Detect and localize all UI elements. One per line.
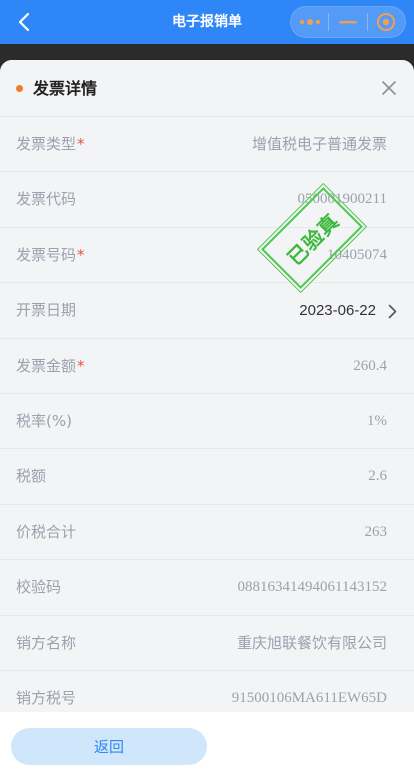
more-dots-icon — [299, 19, 320, 25]
field-label: 销方名称 — [16, 633, 77, 652]
mini-program-capsule — [290, 6, 406, 38]
date-picker-button[interactable] — [384, 301, 400, 321]
more-button[interactable] — [291, 7, 328, 37]
sheet-header: 发票详情 — [0, 60, 414, 117]
field-tax-amount[interactable]: 税额 2.6 — [0, 449, 414, 505]
field-label: 发票号码* — [16, 245, 85, 264]
field-value: 263 — [364, 523, 388, 540]
field-seller-name[interactable]: 销方名称 重庆旭联餐饮有限公司 — [0, 616, 414, 671]
close-sheet-button[interactable] — [378, 77, 400, 99]
field-label: 税额 — [16, 467, 47, 486]
minimize-icon — [338, 21, 357, 24]
title-accent-dot — [16, 85, 23, 92]
capsule-close-button[interactable] — [368, 7, 405, 37]
field-issue-date[interactable]: 开票日期 2023-06-22 — [0, 283, 414, 339]
top-app-bar: 电子报销单 — [0, 0, 414, 44]
field-label: 税率(%) — [16, 411, 72, 430]
close-x-icon — [382, 81, 396, 95]
field-value: 1% — [367, 412, 387, 429]
field-total-with-tax[interactable]: 价税合计 263 — [0, 505, 414, 561]
field-value: 08816341494061143152 — [237, 579, 387, 596]
field-tax-rate[interactable]: 税率(%) 1% — [0, 394, 414, 450]
field-label: 校验码 — [16, 578, 62, 597]
field-value: 增值税电子普通发票 — [251, 135, 387, 153]
sheet-title: 发票详情 — [33, 79, 98, 98]
target-close-icon — [377, 13, 396, 31]
field-value: 2.6 — [368, 468, 387, 485]
field-label: 发票代码 — [16, 190, 77, 209]
field-label: 发票金额* — [16, 356, 85, 375]
field-value: 260.4 — [353, 357, 387, 374]
field-check-code[interactable]: 校验码 08816341494061143152 — [0, 560, 414, 616]
field-invoice-amount[interactable]: 发票金额* 260.4 — [0, 339, 414, 394]
invoice-detail-sheet: 发票详情 发票类型* 增值税电子普通发票 发票代码 050001900211 发… — [0, 60, 414, 780]
minimize-button[interactable] — [329, 7, 366, 37]
invoice-field-list: 发票类型* 增值税电子普通发票 发票代码 050001900211 发票号码* … — [0, 117, 414, 727]
field-label: 价税合计 — [16, 522, 77, 541]
footer-bar: 返回 — [0, 712, 414, 780]
field-label: 开票日期 — [16, 301, 77, 320]
chevron-right-icon — [388, 304, 396, 318]
field-value: 重庆旭联餐饮有限公司 — [236, 633, 387, 652]
field-label: 发票类型* — [16, 135, 85, 153]
field-value: 2023-06-22 — [299, 302, 376, 320]
return-button[interactable]: 返回 — [11, 728, 207, 765]
field-invoice-type[interactable]: 发票类型* 增值税电子普通发票 — [0, 117, 414, 173]
